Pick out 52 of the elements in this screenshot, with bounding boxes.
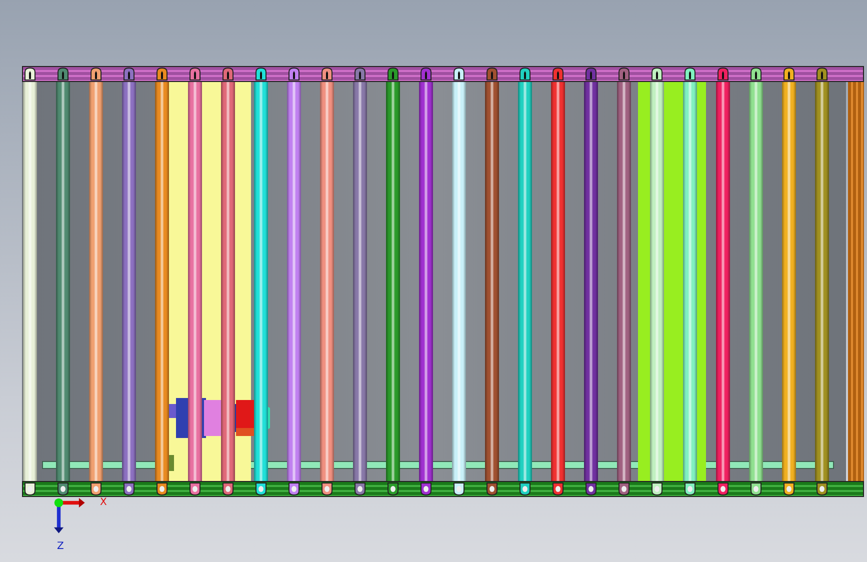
bracket-icon (189, 67, 201, 81)
bracket-icon (288, 482, 300, 496)
axis-label: X (100, 498, 107, 508)
bracket-icon (453, 67, 465, 81)
bracket-icon (387, 482, 399, 496)
bracket-icon (453, 482, 465, 496)
bracket-icon (156, 482, 168, 496)
bracket-icon (24, 67, 36, 81)
bracket-icon (420, 67, 432, 81)
bracket-icon (684, 482, 696, 496)
bracket-icon (387, 67, 399, 81)
bracket-icon (519, 67, 531, 81)
bracket-icon (90, 67, 102, 81)
bracket-icon (552, 67, 564, 81)
bracket-icon (816, 67, 828, 81)
bracket-icon (90, 482, 102, 496)
bracket-icon (519, 482, 531, 496)
bracket-icon (288, 67, 300, 81)
bracket-icon (750, 482, 762, 496)
bracket-icon (57, 67, 69, 81)
bracket-icon (618, 67, 630, 81)
bracket-icon (717, 67, 729, 81)
bracket-icon (123, 67, 135, 81)
bracket-icon (321, 482, 333, 496)
bracket-icon (618, 482, 630, 496)
bracket-icon (783, 482, 795, 496)
bracket-icon (189, 482, 201, 496)
bracket-icon (486, 482, 498, 496)
bracket-icon (420, 482, 432, 496)
bracket-icon (486, 67, 498, 81)
bracket-icon (717, 482, 729, 496)
bracket-icon (222, 482, 234, 496)
bracket-icon (255, 482, 267, 496)
axis-label: Z (57, 542, 64, 552)
bracket-icon (585, 482, 597, 496)
bracket-icon (57, 482, 69, 496)
bracket-icon (651, 67, 663, 81)
bracket-icon (156, 67, 168, 81)
bracket-icon (816, 482, 828, 496)
bracket-icon (783, 67, 795, 81)
bracket-icon (585, 67, 597, 81)
bracket-icon (684, 67, 696, 81)
bracket-icon (552, 482, 564, 496)
bracket-icon (354, 67, 366, 81)
bracket-icon (255, 67, 267, 81)
bracket-icon (123, 482, 135, 496)
bracket-icon (354, 482, 366, 496)
bracket-icon (750, 67, 762, 81)
bracket-icon (24, 482, 36, 496)
bracket-icon (651, 482, 663, 496)
bracket-icon (222, 67, 234, 81)
bracket-icon (321, 67, 333, 81)
